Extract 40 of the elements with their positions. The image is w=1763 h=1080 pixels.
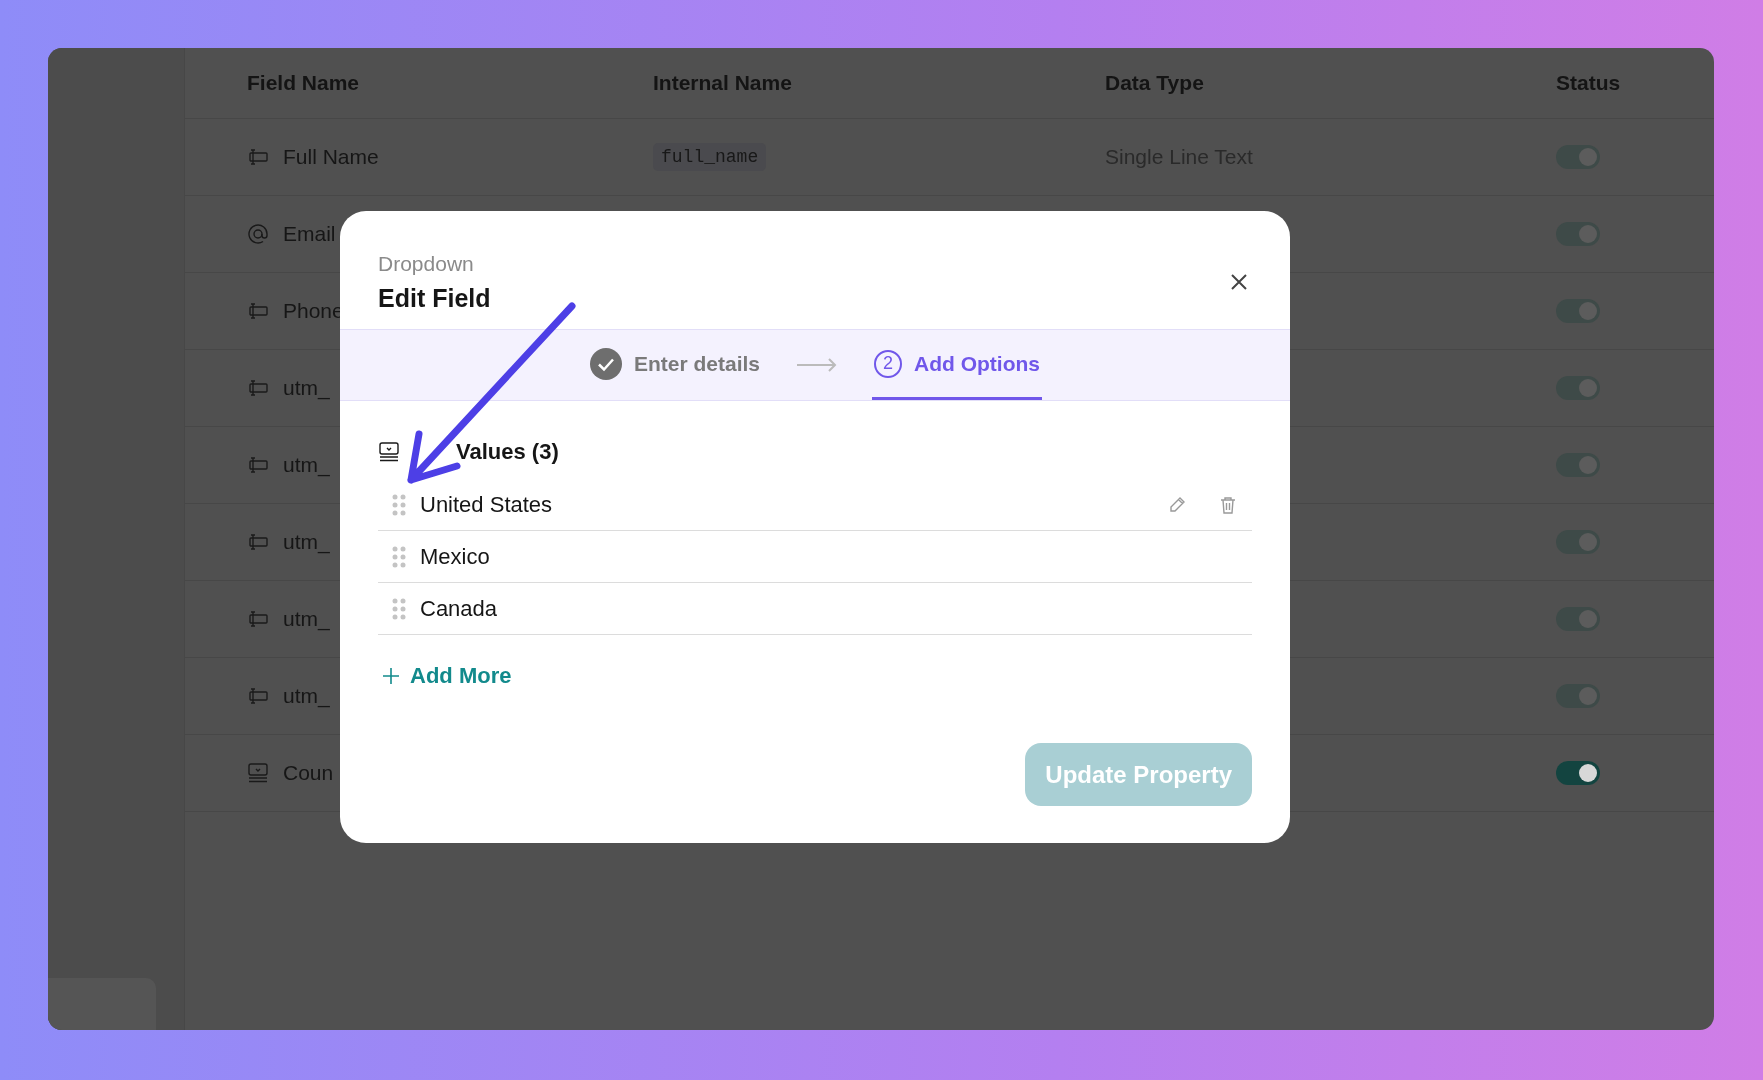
text-field-icon xyxy=(247,146,269,168)
field-name: utm_ xyxy=(283,453,330,477)
close-icon xyxy=(1230,273,1248,291)
text-field-icon xyxy=(247,608,269,630)
column-header: Field Name xyxy=(247,71,361,95)
field-name: Full Name xyxy=(283,145,379,169)
modal-subtitle: Dropdown xyxy=(378,251,475,276)
drag-handle-icon[interactable] xyxy=(392,493,406,516)
text-field-icon xyxy=(247,531,269,553)
dropdown-field-icon xyxy=(247,762,269,784)
option-value: Mexico xyxy=(420,543,491,570)
field-name: Email xyxy=(283,222,336,246)
values-heading: Values (3) xyxy=(456,439,559,465)
text-field-icon xyxy=(247,454,269,476)
option-value: United States xyxy=(420,491,554,518)
column-header: Internal Name xyxy=(653,71,793,95)
step-tab[interactable]: 2 Add Options xyxy=(872,330,1042,400)
dropdown-field-icon xyxy=(378,441,400,463)
drag-handle-icon[interactable] xyxy=(392,545,406,568)
field-name: utm_ xyxy=(283,530,330,554)
pencil-icon xyxy=(1168,495,1186,514)
modal-title: Edit Field xyxy=(378,283,491,313)
text-field-icon xyxy=(247,685,269,707)
plus-icon xyxy=(382,667,400,685)
step-tab[interactable]: Enter details xyxy=(588,330,763,400)
add-more-button[interactable]: Add More xyxy=(378,659,516,693)
drag-handle-icon[interactable] xyxy=(392,597,406,620)
column-header: Status xyxy=(1556,71,1622,95)
text-field-icon xyxy=(247,377,269,399)
field-name: utm_ xyxy=(283,376,330,400)
column-header: Data Type xyxy=(1105,71,1205,95)
status-toggle[interactable] xyxy=(1556,761,1600,785)
text-field-icon xyxy=(247,300,269,322)
field-name: Coun xyxy=(283,761,334,785)
field-name: utm_ xyxy=(283,607,330,631)
option-value: Canada xyxy=(420,595,499,622)
at-sign-icon xyxy=(247,223,269,245)
trash-icon xyxy=(1220,495,1236,514)
field-name: utm_ xyxy=(283,684,330,708)
arrow-icon xyxy=(796,358,839,372)
